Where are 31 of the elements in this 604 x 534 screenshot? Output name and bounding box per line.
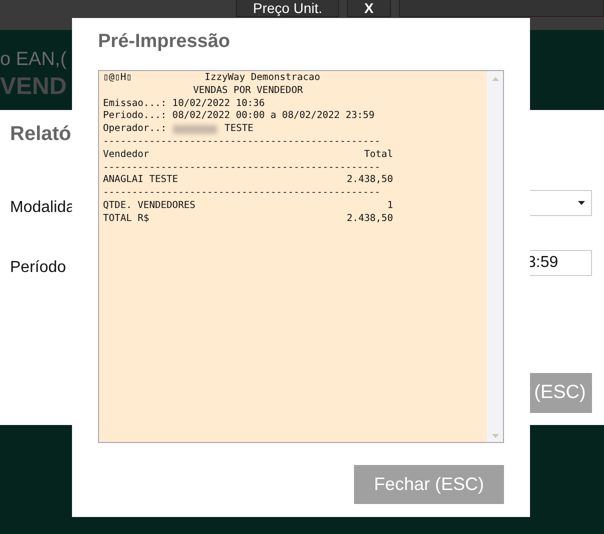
field-label: Período bbox=[10, 258, 66, 278]
dialog-title: Pré-Impressão bbox=[98, 30, 232, 54]
receipt-label: TOTAL R$ bbox=[103, 212, 150, 226]
report-title: VENDAS POR VENDEDOR bbox=[193, 84, 303, 98]
scroll-up-icon[interactable] bbox=[492, 77, 498, 81]
receipt-value: Total bbox=[364, 148, 393, 162]
receipt-line: ------------------------------------------------ bbox=[103, 162, 380, 174]
page-heading: VEND bbox=[0, 72, 67, 102]
panel-title: Relató bbox=[10, 122, 72, 146]
receipt-value: 2.438,50 bbox=[346, 174, 393, 188]
receipt-value: TESTE bbox=[224, 123, 254, 136]
field-label: Modalida bbox=[10, 198, 75, 218]
receipt-value: 1 bbox=[387, 200, 393, 213]
receipt-line: ------------------------------------------------ bbox=[103, 136, 380, 149]
column-header[interactable]: Preço Unit. bbox=[236, 0, 340, 17]
receipt-label: ANAGLAI TESTE bbox=[103, 174, 178, 188]
receipt-line: Emissao...: 10/02/2022 10:36 bbox=[103, 98, 265, 110]
receipt-label: Vendedor bbox=[103, 148, 150, 162]
column-header[interactable]: X bbox=[347, 0, 391, 17]
receipt-value: 2.438,50 bbox=[346, 212, 393, 226]
scroll-down-icon[interactable] bbox=[492, 434, 498, 438]
control-codes: ▯@▯H▯ bbox=[103, 72, 132, 85]
receipt-label: Operador..: bbox=[103, 123, 167, 136]
company-name: IzzyWay Demonstracao bbox=[204, 72, 320, 85]
receipt-label: QTDE. VENDEDORES bbox=[103, 200, 196, 213]
search-hint: o EAN,( bbox=[0, 48, 67, 72]
redacted-block bbox=[172, 125, 217, 134]
scrollbar[interactable] bbox=[487, 71, 503, 442]
receipt-line: ------------------------------------------------ bbox=[103, 187, 380, 200]
caret-icon bbox=[578, 201, 585, 205]
receipt-line: Periodo...: 08/02/2022 00:00 a 08/02/2022 23:59 bbox=[103, 110, 374, 124]
